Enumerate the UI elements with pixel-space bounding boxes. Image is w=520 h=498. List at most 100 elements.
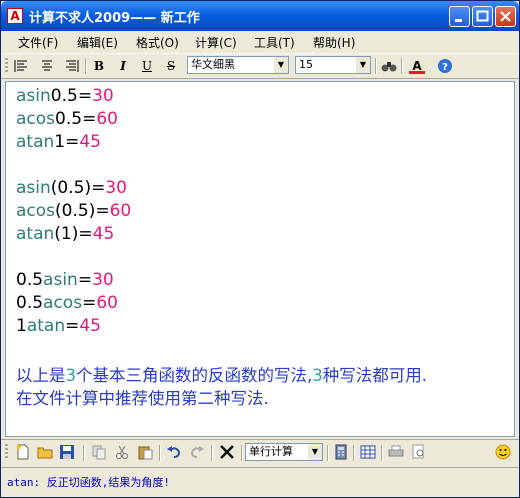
editor-token: (0.5) xyxy=(55,201,96,221)
font-name-select[interactable]: 华文细黑 ▼ xyxy=(187,56,289,74)
menu-format[interactable]: 格式(O) xyxy=(136,34,179,51)
toolbar-separator xyxy=(401,58,403,74)
editor-token: acos xyxy=(16,201,56,221)
toolbar-separator xyxy=(83,445,85,461)
main-toolbar: 单行计算 ▼ xyxy=(1,439,519,465)
status-bar: atan: 反正切函数,结果为角度! xyxy=(1,467,519,497)
help-button[interactable]: ? xyxy=(435,57,455,75)
editor-token: 1 xyxy=(16,316,27,336)
editor-token: 3 xyxy=(312,366,323,385)
undo-button[interactable] xyxy=(166,444,182,460)
print-preview-button[interactable] xyxy=(411,444,427,460)
title-bar[interactable]: A 计算不求人2009—— 新工作 xyxy=(1,1,519,31)
strikethrough-button[interactable]: S xyxy=(161,57,181,75)
editor-token: 在文件计算中推荐使用第二种写法. xyxy=(16,389,269,408)
window-title: 计算不求人2009—— 新工作 xyxy=(29,11,200,26)
editor-token: 0.5 xyxy=(50,86,78,106)
calc-mode-select[interactable]: 单行计算 ▼ xyxy=(245,443,323,461)
status-text: atan: 反正切函数,结果为角度! xyxy=(7,476,170,489)
editor-line: atan(1)=45 xyxy=(16,224,114,244)
menu-edit[interactable]: 编辑(E) xyxy=(77,34,118,51)
calc-mode-value: 单行计算 xyxy=(249,445,293,458)
bold-button[interactable]: B xyxy=(89,57,109,75)
align-left-icon xyxy=(14,60,27,72)
editor-token: = xyxy=(95,201,110,221)
toolbar-grip[interactable] xyxy=(5,444,8,460)
toolbar-separator xyxy=(85,58,87,74)
editor-token: atan xyxy=(16,132,55,152)
underline-button[interactable]: U xyxy=(137,57,157,75)
editor-token: 个基本三角函数的反函数的写法, xyxy=(76,366,313,385)
maximize-button[interactable] xyxy=(472,6,493,27)
maximize-icon xyxy=(476,10,489,22)
open-file-button[interactable] xyxy=(37,444,53,460)
paste-button[interactable] xyxy=(137,444,153,460)
font-color-button[interactable]: A xyxy=(407,57,427,75)
cut-button[interactable] xyxy=(114,444,130,460)
editor-token: = xyxy=(82,109,97,129)
print-button[interactable] xyxy=(388,444,404,460)
redo-button[interactable] xyxy=(189,444,205,460)
chevron-down-icon[interactable]: ▼ xyxy=(274,57,288,73)
smiley-icon xyxy=(495,444,511,460)
italic-button[interactable]: I xyxy=(113,57,133,75)
menu-help[interactable]: 帮助(H) xyxy=(313,34,355,51)
minimize-icon xyxy=(455,19,462,22)
binoculars-icon xyxy=(381,62,397,72)
editor-line: 以上是3个基本三角函数的反函数的写法,3种写法都可用. xyxy=(16,362,427,386)
editor-token: 1 xyxy=(54,132,66,152)
editor-token: = xyxy=(78,224,93,244)
toolbar-grip[interactable] xyxy=(5,58,8,74)
editor-line: asin(0.5)=30 xyxy=(16,178,127,198)
align-center-button[interactable] xyxy=(37,57,57,75)
calculator-icon xyxy=(335,444,347,460)
editor-line: atan1=45 xyxy=(16,132,101,152)
menu-file[interactable]: 文件(F) xyxy=(18,34,58,51)
editor-token: = xyxy=(65,132,80,152)
toolbar-separator xyxy=(353,445,355,461)
editor-line: acos0.5=60 xyxy=(16,109,118,129)
minimize-button[interactable] xyxy=(449,6,470,27)
toolbar-separator xyxy=(375,58,377,74)
emoticon-button[interactable] xyxy=(495,444,511,460)
align-right-button[interactable] xyxy=(61,57,81,75)
editor-token: atan xyxy=(16,224,55,244)
delete-x-icon xyxy=(220,445,234,459)
toolbar-separator xyxy=(159,445,161,461)
editor-token: asin xyxy=(43,270,78,290)
table-button[interactable] xyxy=(360,444,376,460)
editor-token: 45 xyxy=(79,316,101,336)
chevron-down-icon[interactable]: ▼ xyxy=(308,444,322,460)
editor-token: = xyxy=(82,293,97,313)
close-button[interactable] xyxy=(495,6,516,27)
clear-button[interactable] xyxy=(219,444,235,460)
app-window: A 计算不求人2009—— 新工作 文件(F) 编辑(E) 格式(O) 计算(C… xyxy=(0,0,520,498)
editor-token: 0.5 xyxy=(16,293,44,313)
copy-button[interactable] xyxy=(91,444,107,460)
new-file-button[interactable] xyxy=(15,444,31,460)
table-icon xyxy=(360,445,376,459)
align-left-button[interactable] xyxy=(13,57,33,75)
editor-line: 在文件计算中推荐使用第二种写法. xyxy=(16,385,269,409)
menu-tools[interactable]: 工具(T) xyxy=(254,34,295,51)
editor-token: 45 xyxy=(79,132,101,152)
print-preview-icon xyxy=(412,444,424,459)
save-icon xyxy=(60,445,74,459)
editor-token: = xyxy=(91,178,106,198)
chevron-down-icon[interactable]: ▼ xyxy=(356,57,370,73)
menu-calc[interactable]: 计算(C) xyxy=(195,34,237,51)
scissors-icon xyxy=(116,445,128,459)
editor-line: 0.5acos=60 xyxy=(16,293,118,313)
open-folder-icon xyxy=(37,447,53,459)
font-size-select[interactable]: 15 ▼ xyxy=(295,56,371,74)
editor-line: asin0.5=30 xyxy=(16,86,114,106)
align-right-icon xyxy=(66,60,79,72)
app-icon: A xyxy=(7,8,23,24)
formula-editor[interactable]: asin0.5=30 acos0.5=60 atan1=45 asin(0.5)=30… xyxy=(5,81,515,437)
save-button[interactable] xyxy=(59,444,75,460)
find-button[interactable] xyxy=(379,57,399,75)
calculator-button[interactable] xyxy=(333,444,349,460)
font-name-value: 华文细黑 xyxy=(191,58,235,71)
menu-bar: 文件(F) 编辑(E) 格式(O) 计算(C) 工具(T) 帮助(H) xyxy=(1,31,519,53)
new-file-icon xyxy=(17,444,29,460)
